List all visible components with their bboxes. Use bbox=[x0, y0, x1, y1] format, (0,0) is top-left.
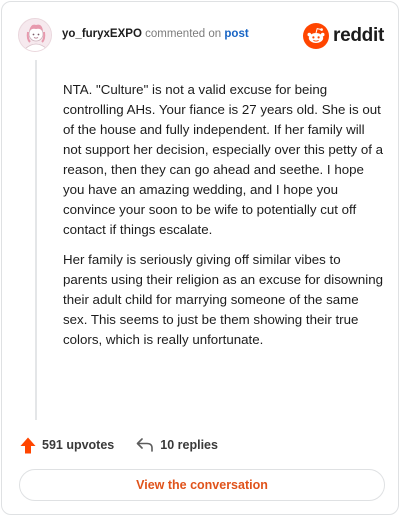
comment-meta: yo_furyxEXPO commented on post bbox=[62, 28, 249, 40]
reply-count: 10 replies bbox=[160, 438, 218, 452]
comment-card: yo_furyxEXPO commented on post reddit NT… bbox=[1, 1, 399, 515]
reddit-snoo-icon bbox=[303, 23, 330, 49]
meta-verb: commented on bbox=[145, 28, 222, 40]
upvote-count: 591 upvotes bbox=[42, 438, 115, 452]
user-avatar[interactable] bbox=[18, 18, 52, 52]
comment-paragraph: NTA. "Culture" is not a valid excuse for… bbox=[63, 82, 384, 237]
snoo-avatar-icon bbox=[19, 19, 51, 51]
replies-button[interactable]: 10 replies bbox=[136, 438, 218, 452]
comment-body: NTA. "Culture" is not a valid excuse for… bbox=[63, 80, 385, 350]
view-conversation-button[interactable]: View the conversation bbox=[19, 469, 385, 501]
reddit-brand[interactable]: reddit bbox=[303, 22, 384, 50]
thread-line bbox=[35, 60, 37, 420]
comment-paragraph: Her family is seriously giving off simil… bbox=[63, 252, 384, 347]
upvote-arrow-icon bbox=[20, 437, 36, 453]
comment-header: yo_furyxEXPO commented on post reddit bbox=[18, 18, 384, 52]
reddit-wordmark: reddit bbox=[333, 25, 384, 46]
comment-actions: 591 upvotes 10 replies bbox=[20, 434, 218, 456]
upvote-button[interactable]: 591 upvotes bbox=[20, 437, 114, 454]
post-link[interactable]: post bbox=[224, 28, 248, 40]
reply-arrow-icon bbox=[136, 438, 154, 452]
username-link[interactable]: yo_furyxEXPO bbox=[62, 28, 142, 40]
